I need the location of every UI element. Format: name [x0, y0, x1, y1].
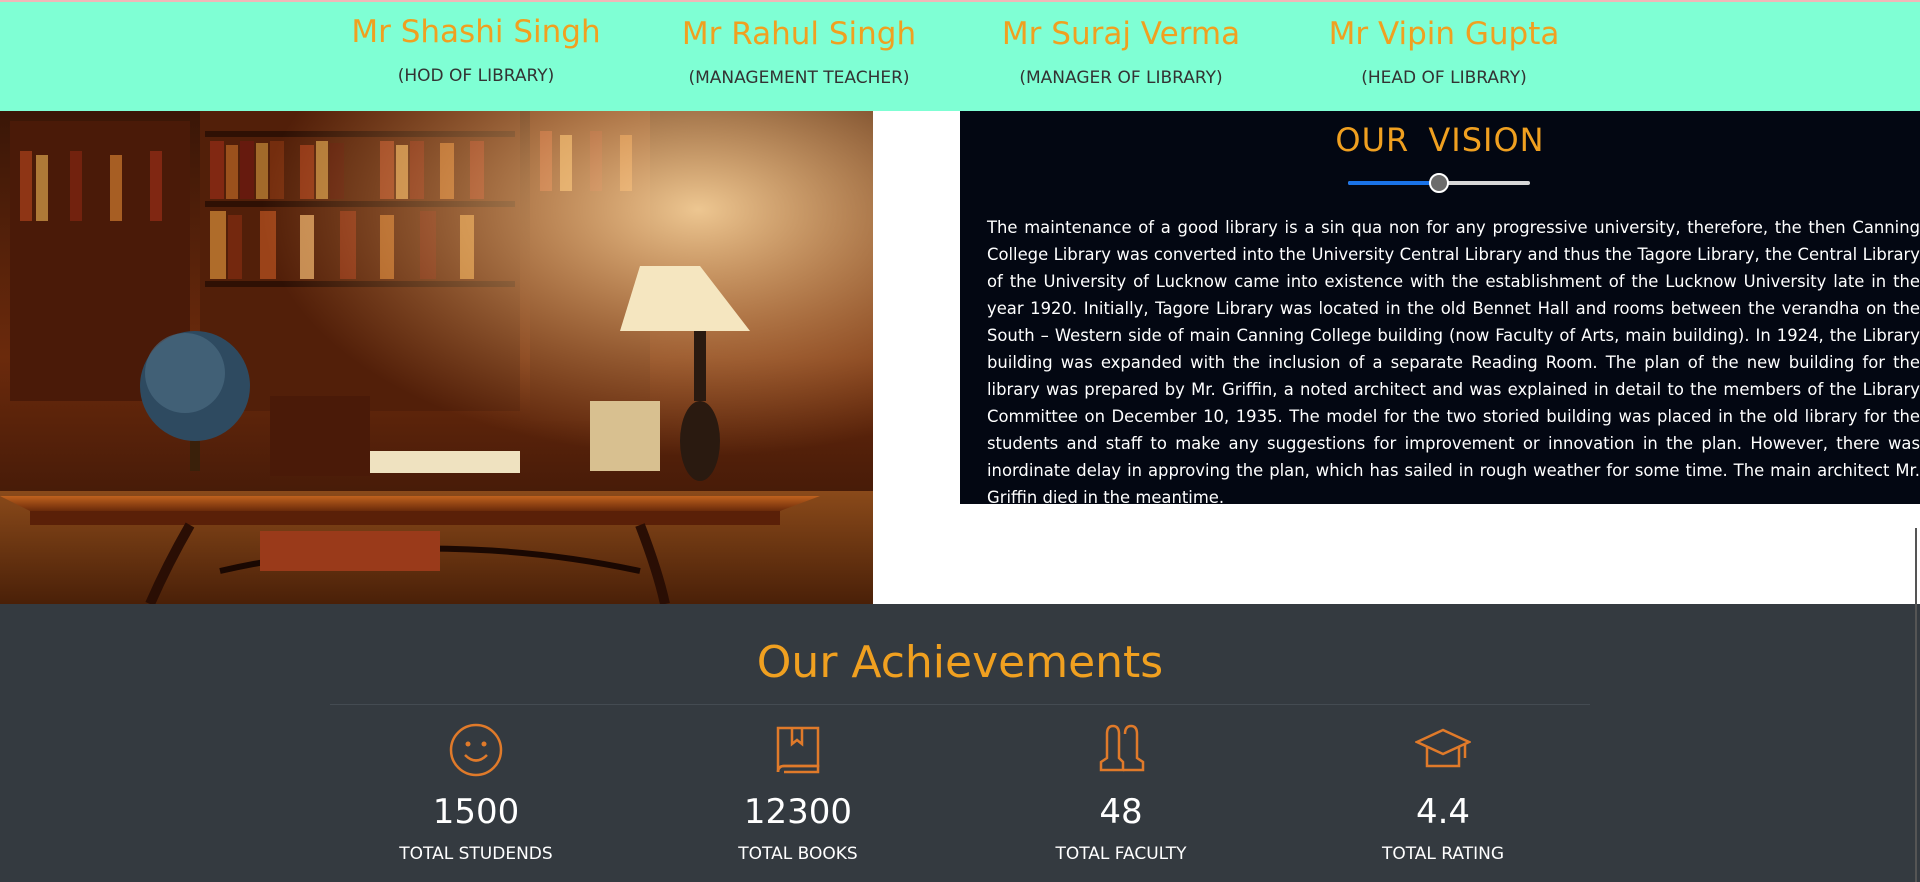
library-photo: [0, 111, 873, 604]
staff-card-3: Mr Suraj Verma (MANAGER OF LIBRARY): [981, 2, 1261, 88]
achievements-divider: [330, 704, 1590, 705]
vision-title: OUR VISION: [1335, 121, 1545, 159]
slider-fill: [1348, 181, 1439, 185]
achievement-books: 12300 TOTAL BOOKS: [638, 722, 958, 864]
smiley-face-icon: [449, 723, 503, 777]
achievement-faculty: 48 TOTAL FACULTY: [961, 722, 1281, 864]
graduation-cap-icon: [1415, 728, 1471, 768]
slider-thumb[interactable]: [1429, 173, 1449, 193]
stat-label: TOTAL BOOKS: [738, 844, 858, 864]
staff-card-4: Mr Vipin Gupta (HEAD OF LIBRARY): [1304, 2, 1584, 88]
staff-card-1: Mr Shashi Singh (HOD OF LIBRARY): [336, 2, 616, 86]
staff-name: Mr Shashi Singh: [351, 14, 601, 50]
achievement-rating: 4.4 TOTAL RATING: [1283, 722, 1603, 864]
stat-label: TOTAL FACULTY: [1055, 844, 1187, 864]
stat-label: TOTAL RATING: [1381, 844, 1505, 864]
achievements-title: Our Achievements: [756, 637, 1164, 688]
book-icon: [776, 726, 820, 774]
vision-text: The maintenance of a good library is a s…: [987, 218, 1920, 507]
stat-value: 12300: [743, 792, 853, 832]
vision-panel: OUR VISION The maintenance of a good lib…: [960, 111, 1920, 507]
staff-role: (MANAGEMENT TEACHER): [688, 68, 910, 88]
page-scrollbar[interactable]: [1915, 528, 1917, 882]
achievement-students: 1500 TOTAL STUDENDS: [316, 722, 636, 864]
staff-name: Mr Vipin Gupta: [1328, 16, 1560, 52]
staff-header-bar: Mr Shashi Singh (HOD OF LIBRARY) Mr Rahu…: [0, 0, 1920, 111]
stat-value: 4.4: [1415, 792, 1471, 832]
staff-role: (HOD OF LIBRARY): [397, 66, 555, 86]
stat-label: TOTAL STUDENDS: [399, 844, 553, 864]
staff-card-2: Mr Rahul Singh (MANAGEMENT TEACHER): [659, 2, 939, 88]
achievements-section: Our Achievements 1500 TOTAL STUDENDS 123…: [0, 604, 1920, 882]
vision-slider[interactable]: [1348, 171, 1530, 195]
faculty-people-icon: [1099, 724, 1145, 772]
staff-name: Mr Suraj Verma: [1001, 16, 1241, 52]
stat-value: 48: [1099, 792, 1143, 832]
staff-role: (HEAD OF LIBRARY): [1361, 68, 1527, 88]
stat-value: 1500: [432, 792, 520, 832]
staff-role: (MANAGER OF LIBRARY): [1019, 68, 1223, 88]
staff-name: Mr Rahul Singh: [681, 16, 917, 52]
